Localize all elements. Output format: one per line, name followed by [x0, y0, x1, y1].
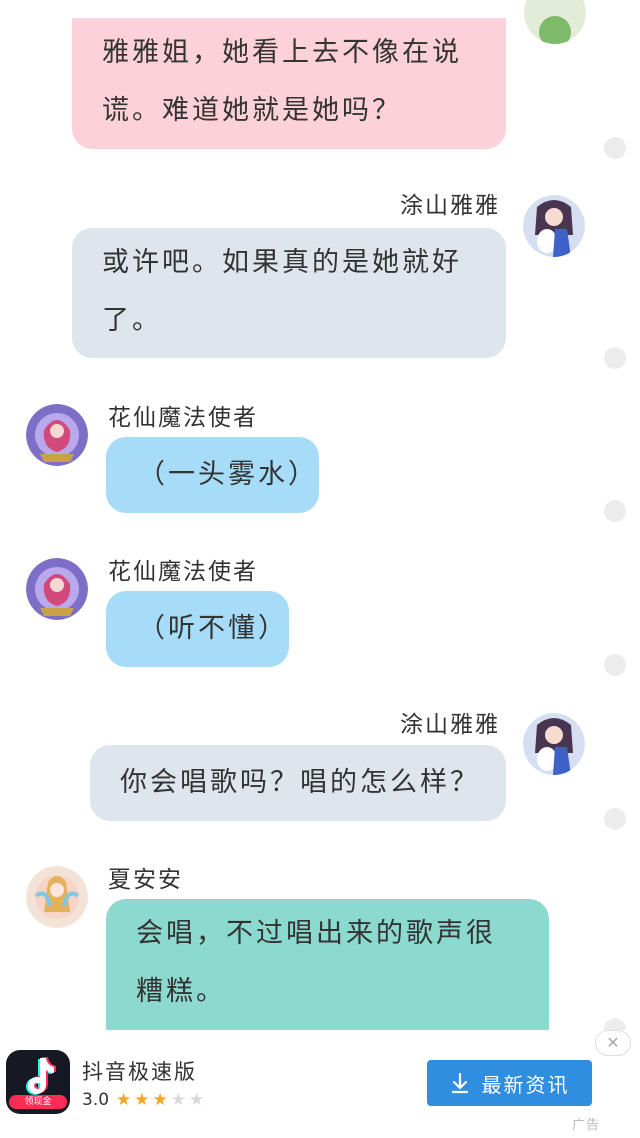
- message-bubble[interactable]: （听不懂）: [106, 591, 289, 667]
- message-line: 雅雅姐，她看上去不像在说: [102, 37, 462, 68]
- message-line: 糟糕。: [136, 976, 226, 1007]
- rating-stars: ★ ★ ★ ★ ★: [113, 1090, 204, 1110]
- message-status-dot: [604, 137, 626, 159]
- star-empty-icon: ★: [170, 1090, 187, 1110]
- message-bubble[interactable]: （一头雾水）: [106, 437, 319, 513]
- message-bubble[interactable]: 雅雅姐，她看上去不像在说 谎。难道她就是她吗？: [72, 18, 506, 149]
- ad-rating: 3.0 ★ ★ ★ ★ ★: [82, 1090, 204, 1110]
- download-icon: [451, 1072, 468, 1094]
- message-bubble[interactable]: 或许吧。如果真的是她就好 了。: [72, 228, 506, 358]
- ad-label: 广告: [572, 1118, 601, 1133]
- message-line: 你会唱歌吗？唱的怎么样？: [120, 767, 480, 798]
- message-status-dot: [604, 654, 626, 676]
- message-line: 谎。难道她就是她吗？: [102, 95, 402, 126]
- message-line: 了。: [102, 305, 162, 336]
- message-bubble[interactable]: 你会唱歌吗？唱的怎么样？: [90, 745, 506, 821]
- message-line: 或许吧。如果真的是她就好: [102, 247, 462, 278]
- ad-banner[interactable]: 领现金 抖音极速版 3.0 ★ ★ ★ ★ ★ 最新资讯 ✕ 广告: [0, 1030, 640, 1138]
- avatar-huaxian[interactable]: [26, 404, 88, 466]
- message-status-dot: [604, 808, 626, 830]
- avatar-tushan-yaya[interactable]: [523, 713, 585, 775]
- sender-name: 涂山雅雅: [400, 193, 500, 219]
- avatar-huaxian[interactable]: [26, 558, 88, 620]
- message-status-dot: [604, 1018, 626, 1030]
- latest-news-button[interactable]: 最新资讯: [427, 1060, 592, 1106]
- message-line: 会唱，不过唱出来的歌声很: [136, 918, 496, 949]
- chat-scroll-area[interactable]: 雅雅姐，她看上去不像在说 谎。难道她就是她吗？ 涂山雅雅 或许吧。如果真的是她就…: [0, 0, 640, 1030]
- message-status-dot: [604, 500, 626, 522]
- sender-name: 花仙魔法使者: [108, 559, 258, 585]
- button-label: 最新资讯: [481, 1072, 570, 1097]
- star-filled-icon: ★: [134, 1090, 150, 1110]
- star-filled-icon: ★: [152, 1090, 168, 1110]
- sender-name: 花仙魔法使者: [108, 405, 258, 431]
- message-line: （听不懂）: [138, 613, 288, 644]
- app-icon[interactable]: 领现金: [6, 1050, 70, 1114]
- ad-app-name[interactable]: 抖音极速版: [82, 1056, 197, 1086]
- star-empty-icon: ★: [189, 1090, 205, 1110]
- sender-name: 涂山雅雅: [400, 712, 500, 738]
- close-ad-icon[interactable]: ✕: [595, 1030, 631, 1056]
- message-bubble[interactable]: 会唱，不过唱出来的歌声很 糟糕。: [106, 899, 549, 1030]
- star-filled-icon: ★: [116, 1090, 132, 1110]
- music-note-icon: [26, 1057, 56, 1095]
- rating-value: 3.0: [82, 1090, 110, 1110]
- icon-badge: 领现金: [9, 1095, 67, 1109]
- message-line: （一头雾水）: [138, 459, 318, 490]
- avatar-tushan-yaya[interactable]: [523, 195, 585, 257]
- message-status-dot: [604, 347, 626, 369]
- avatar-top-partial[interactable]: [524, 0, 586, 44]
- avatar-xia-anan[interactable]: [26, 866, 88, 928]
- sender-name: 夏安安: [108, 867, 183, 893]
